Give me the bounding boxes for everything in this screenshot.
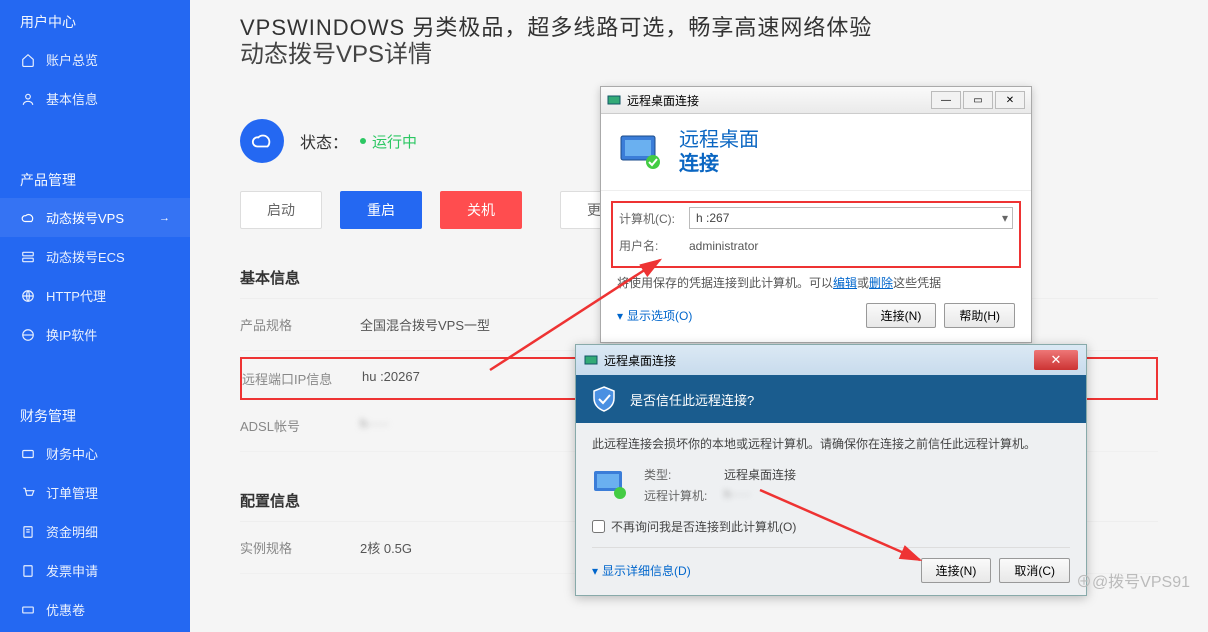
rdc-trust-dialog: 远程桌面连接 ✕ 是否信任此远程连接? 此远程连接会损坏你的本地或远程计算机。请… [575,344,1087,596]
trust-question: 是否信任此远程连接? [630,390,754,409]
dont-ask-checkbox[interactable] [592,520,605,533]
maximize-button[interactable]: ▭ [963,91,993,109]
sidebar-item-http-proxy[interactable]: HTTP代理 [0,276,190,315]
help-button[interactable]: 帮助(H) [944,303,1015,328]
coupon-icon [20,602,36,618]
info-label: 产品规格 [240,315,360,334]
server-icon [20,249,36,265]
restart-button[interactable]: 重启 [340,191,422,229]
sidebar-item-dynamic-vps[interactable]: 动态拨号VPS → [0,198,190,237]
cancel-button[interactable]: 取消(C) [999,558,1070,583]
sidebar-section-finance: 财务管理 [0,394,190,434]
minimize-button[interactable]: — [931,91,961,109]
info-label: 实例规格 [240,538,360,557]
sidebar-item-label: 动态拨号VPS [46,208,124,227]
dialog-titlebar[interactable]: 远程桌面连接 — ▭ ✕ [601,87,1031,114]
show-details-link[interactable]: ▾ 显示详细信息(D) [592,562,691,579]
show-options-link[interactable]: ▾ 显示选项(O) [617,307,692,324]
dialog-title: 远程桌面连接 [604,352,676,369]
rdc-small-icon [584,353,598,367]
sidebar-item-label: 资金明细 [46,522,98,541]
remote-computer-label: 远程计算机: [644,487,724,504]
ledger-icon [20,524,36,540]
globe-icon [20,288,36,304]
dialog-titlebar[interactable]: 远程桌面连接 ✕ [576,345,1086,375]
dialog-header-title1: 远程桌面 [679,128,759,152]
rdc-small-icon [607,93,621,107]
status-dot-icon [360,138,366,144]
sidebar-item-account-overview[interactable]: 账户总览 [0,40,190,79]
rdc-detail-icon [592,469,630,501]
chevron-down-icon: ▾ [592,564,598,578]
sidebar-item-label: 订单管理 [46,483,98,502]
sidebar-section-products: 产品管理 [0,158,190,198]
sidebar-section-user: 用户中心 [0,0,190,40]
user-icon [20,91,36,107]
rdc-large-icon [617,132,665,172]
sidebar-item-coupon[interactable]: 优惠卷 [0,590,190,629]
sidebar-item-label: 动态拨号ECS [46,247,125,266]
info-value: 全国混合拨号VPS一型 [360,315,490,334]
dialog-title: 远程桌面连接 [627,92,699,109]
shield-icon [590,385,618,413]
sidebar-item-label: 换IP软件 [46,325,97,344]
sidebar-item-finance-center[interactable]: 财务中心 [0,434,190,473]
start-button[interactable]: 启动 [240,191,322,229]
sidebar-item-label: 发票申请 [46,561,98,580]
sidebar-item-label: 账户总览 [46,50,98,69]
connect-button[interactable]: 连接(N) [866,303,937,328]
close-button[interactable]: ✕ [995,91,1025,109]
sidebar-item-label: 基本信息 [46,89,98,108]
computer-value: h :267 [696,211,729,225]
dialog-header-title2: 连接 [679,152,759,176]
sidebar-item-label: HTTP代理 [46,286,106,305]
sidebar-item-ip-switch[interactable]: 换IP软件 [0,315,190,354]
watermark: ⊕@拨号VPS91 [1076,568,1190,592]
globe-icon [20,327,36,343]
info-label: 远程端口IP信息 [242,369,362,388]
computer-label: 计算机(C): [619,210,689,227]
dont-ask-label: 不再询问我是否连接到此计算机(O) [611,518,796,535]
sidebar-item-funds[interactable]: 资金明细 [0,512,190,551]
invoice-icon [20,563,36,579]
sidebar-item-label: 财务中心 [46,444,98,463]
computer-combo[interactable]: h :267 ▾ [689,207,1013,229]
sidebar-item-orders[interactable]: 订单管理 [0,473,190,512]
cloud-badge-icon [240,119,284,163]
sidebar: 用户中心 账户总览 基本信息 产品管理 动态拨号VPS → 动态拨号ECS HT… [0,0,190,632]
info-value: 2核 0.5G [360,538,412,557]
sidebar-item-basic-info[interactable]: 基本信息 [0,79,190,118]
info-value: h····· [360,416,389,435]
info-value: hu :20267 [362,369,420,388]
type-value: 远程桌面连接 [724,466,796,483]
sidebar-item-label: 优惠卷 [46,600,85,619]
cloud-icon [20,210,36,226]
home-icon [20,52,36,68]
user-label: 用户名: [619,237,689,254]
chevron-down-icon: ▾ [1002,211,1008,225]
cart-icon [20,485,36,501]
status-label: 状态： [300,129,348,153]
wallet-icon [20,446,36,462]
close-button[interactable]: ✕ [1034,350,1078,370]
sidebar-item-dynamic-ecs[interactable]: 动态拨号ECS [0,237,190,276]
remote-computer-value: h····· [724,487,796,504]
edit-credentials-link[interactable]: 编辑 [833,276,857,290]
type-label: 类型: [644,466,724,483]
shutdown-button[interactable]: 关机 [440,191,522,229]
user-value: administrator [689,239,758,253]
trust-description: 此远程连接会损坏你的本地或远程计算机。请确保你在连接之前信任此远程计算机。 [592,435,1070,452]
info-label: ADSL帐号 [240,416,360,435]
connect-button[interactable]: 连接(N) [921,558,992,583]
status-value: 运行中 [372,131,417,152]
chevron-down-icon: ▾ [617,309,623,323]
sidebar-item-invoice[interactable]: 发票申请 [0,551,190,590]
delete-credentials-link[interactable]: 删除 [869,276,893,290]
rdc-connect-dialog: 远程桌面连接 — ▭ ✕ 远程桌面 连接 计算机(C): h :267 ▾ [600,86,1032,343]
chevron-right-icon: → [159,212,170,224]
credentials-note: 将使用保存的凭据连接到此计算机。可以编辑或删除这些凭据 [617,274,1015,293]
